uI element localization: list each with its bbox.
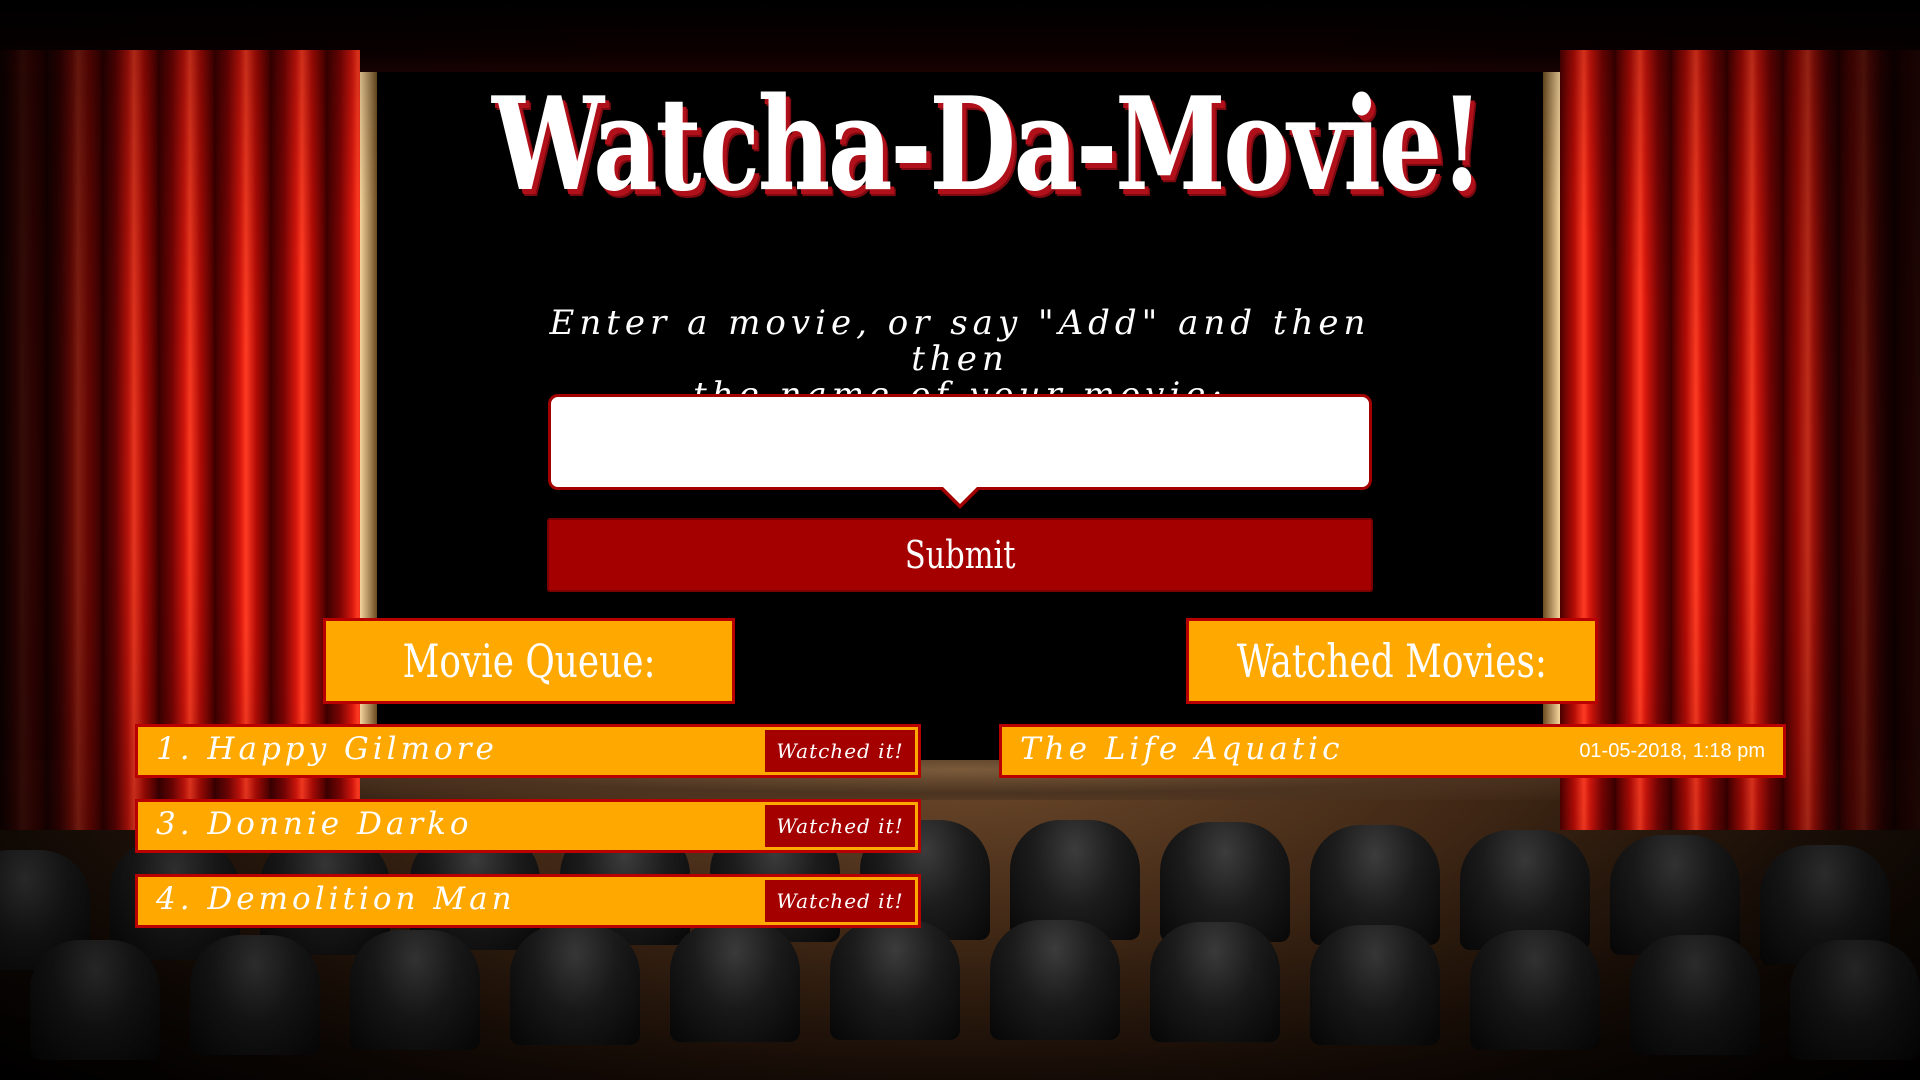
seat (30, 940, 160, 1060)
seat (190, 935, 320, 1055)
watched-list-item: The Life Aquatic 01-05-2018, 1:18 pm (999, 724, 1786, 778)
watched-it-button[interactable]: Watched it! (765, 880, 915, 922)
seat (1470, 930, 1600, 1050)
movie-input[interactable] (548, 394, 1372, 490)
queue-movie-name: 3. Donnie Darko (156, 806, 473, 842)
seat (1150, 922, 1280, 1042)
queue-movie-name: 1. Happy Gilmore (156, 731, 498, 767)
movie-queue-heading-text: Movie Queue: (402, 634, 656, 688)
seat (1630, 935, 1760, 1055)
movie-queue-heading: Movie Queue: (323, 618, 735, 704)
theater-stage: Watcha-Da-Movie! Enter a movie, or say "… (0, 0, 1920, 1080)
queue-list-item: 4. Demolition Man Watched it! (135, 874, 921, 928)
seat (1310, 925, 1440, 1045)
audience-seats (0, 820, 1920, 1080)
left-curtain-shadow (0, 50, 140, 830)
seat (670, 922, 800, 1042)
seat (830, 920, 960, 1040)
seat (350, 930, 480, 1050)
movie-input-bubble (548, 394, 1372, 509)
page-title: Watcha-Da-Movie! (492, 70, 1484, 220)
queue-movie-name: 4. Demolition Man (156, 881, 516, 917)
watched-movies-heading: Watched Movies: (1186, 618, 1598, 704)
queue-list-item: 1. Happy Gilmore Watched it! (135, 724, 921, 778)
right-curtain-shadow (1780, 50, 1920, 830)
instructions-line-1: Enter a movie, or say "Add" and then the… (549, 303, 1371, 379)
watched-it-button[interactable]: Watched it! (765, 730, 915, 772)
seat (1790, 940, 1920, 1060)
queue-list-item: 3. Donnie Darko Watched it! (135, 799, 921, 853)
bubble-tail-inner (942, 486, 978, 504)
submit-button-label: Submit (904, 533, 1016, 577)
watched-movie-name: The Life Aquatic (1020, 731, 1344, 767)
watched-it-button[interactable]: Watched it! (765, 805, 915, 847)
watched-timestamp: 01-05-2018, 1:18 pm (1579, 740, 1765, 762)
submit-button[interactable]: Submit (547, 518, 1373, 592)
seat (990, 920, 1120, 1040)
watched-movies-heading-text: Watched Movies: (1236, 634, 1548, 688)
seat (510, 925, 640, 1045)
